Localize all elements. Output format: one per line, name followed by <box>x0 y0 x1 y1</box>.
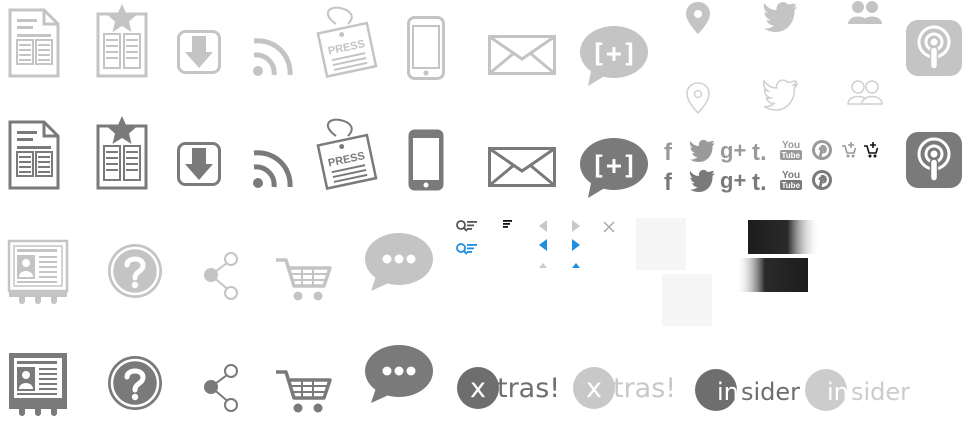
insider-logo-in: in <box>717 378 739 406</box>
insider-logo: in sider <box>805 369 910 411</box>
arrow-left-icon[interactable] <box>539 239 547 251</box>
arrow-right-icon[interactable] <box>572 220 580 232</box>
profile-card-icon <box>9 353 67 416</box>
tumblr-icon: t. <box>752 139 767 166</box>
gplus-label: g+ <box>720 168 746 193</box>
youtube-icon: You Tube <box>780 170 802 190</box>
icon-sprite-sheet: PRESS [+] <box>7 1 964 416</box>
pinterest-icon <box>811 139 833 161</box>
gplus-icon: g+ <box>720 168 746 193</box>
help-circle-icon <box>108 244 162 298</box>
noise-texture <box>636 218 686 270</box>
envelope-icon <box>488 35 556 75</box>
pinterest-icon <box>811 169 833 191</box>
rss-icon <box>253 41 290 76</box>
plus-bubble-icon: [+] <box>580 138 648 198</box>
twitter-bird-icon <box>763 2 797 33</box>
youtube-label-bottom: Tube <box>782 151 801 160</box>
tumblr-label: t. <box>752 139 767 166</box>
plus-bubble-label: [+] <box>591 39 638 69</box>
cart-add-icon <box>863 141 879 159</box>
download-icon <box>177 142 221 186</box>
arrow-right-icon[interactable] <box>572 239 580 251</box>
twitter-bird-outline-icon <box>762 79 798 111</box>
xtras-logo-text: tras! <box>497 373 560 404</box>
search-filter-icon[interactable] <box>456 243 478 255</box>
insider-logo-text: sider <box>741 378 800 406</box>
tumblr-label: t. <box>752 169 767 196</box>
caret-up-icon[interactable] <box>572 263 580 268</box>
search-filter-icon[interactable] <box>456 220 478 232</box>
press-tag-icon: PRESS <box>316 118 378 190</box>
starred-document-icon <box>96 2 148 78</box>
document-icon <box>8 120 60 190</box>
arrow-left-icon[interactable] <box>539 220 547 232</box>
plus-bubble-icon: [+] <box>580 26 648 86</box>
download-icon <box>177 30 221 74</box>
caret-up-icon[interactable] <box>539 263 547 268</box>
facebook-label: f <box>664 169 673 196</box>
facebook-label: f <box>664 139 673 166</box>
location-pin-icon <box>686 2 710 34</box>
xtras-logo-x: x <box>586 373 602 404</box>
people-outline-icon <box>847 80 883 105</box>
youtube-label-bottom: Tube <box>782 181 801 190</box>
people-icon <box>848 1 882 24</box>
share-icon <box>203 364 238 412</box>
xtras-logo: x tras! <box>573 367 676 409</box>
noise-texture <box>662 274 712 326</box>
podcast-icon <box>904 130 964 190</box>
help-circle-icon <box>108 356 162 410</box>
youtube-label-top: You <box>782 140 800 151</box>
twitter-bird-icon <box>689 139 715 162</box>
starred-document-icon <box>96 114 148 190</box>
mobile-phone-icon <box>407 16 445 80</box>
mobile-phone-icon <box>408 129 444 191</box>
profile-card-icon <box>7 239 69 306</box>
gplus-icon: g+ <box>720 138 746 163</box>
press-tag-icon <box>316 6 378 78</box>
youtube-icon: You Tube <box>780 140 802 160</box>
sort-icon[interactable] <box>503 220 512 228</box>
facebook-icon: f <box>664 169 673 196</box>
dark-gradient-bar <box>748 220 820 254</box>
cart-add-icon <box>841 141 857 159</box>
close-icon[interactable] <box>603 221 615 233</box>
youtube-label-top: You <box>782 170 800 181</box>
location-pin-outline-icon <box>686 82 710 114</box>
shopping-cart-icon <box>274 258 332 303</box>
tumblr-icon: t. <box>752 169 767 196</box>
plus-bubble-label: [+] <box>591 151 638 181</box>
share-icon <box>203 252 238 300</box>
dark-gradient-bar <box>736 258 808 292</box>
xtras-logo: x tras! <box>457 367 560 409</box>
podcast-icon <box>904 18 964 78</box>
insider-logo: in sider <box>695 369 800 411</box>
xtras-logo-x: x <box>470 373 486 404</box>
envelope-icon <box>488 147 556 187</box>
document-icon <box>8 8 60 78</box>
facebook-icon: f <box>664 139 673 166</box>
ellipsis-bubble-icon <box>365 233 433 291</box>
insider-logo-in: in <box>827 378 849 406</box>
gplus-label: g+ <box>720 138 746 163</box>
shopping-cart-icon <box>274 370 332 415</box>
ellipsis-bubble-icon <box>365 345 433 403</box>
rss-icon <box>253 153 290 188</box>
insider-logo-text: sider <box>851 378 910 406</box>
xtras-logo-text: tras! <box>613 373 676 404</box>
twitter-bird-icon <box>689 169 715 192</box>
